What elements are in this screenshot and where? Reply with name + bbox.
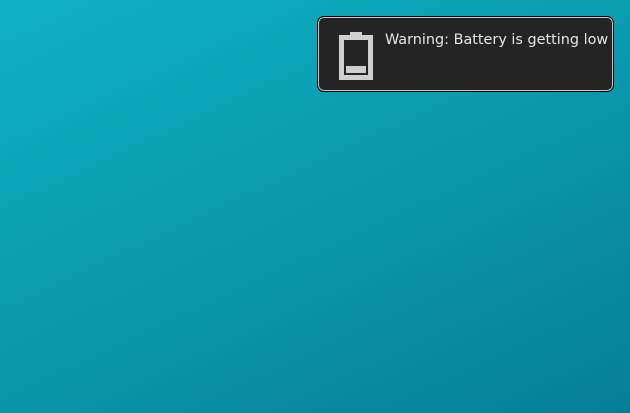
notification-message: Warning: Battery is getting low <box>385 32 609 48</box>
battery-warning-notification[interactable]: Warning: Battery is getting low <box>317 16 614 92</box>
battery-low-icon <box>337 30 375 80</box>
